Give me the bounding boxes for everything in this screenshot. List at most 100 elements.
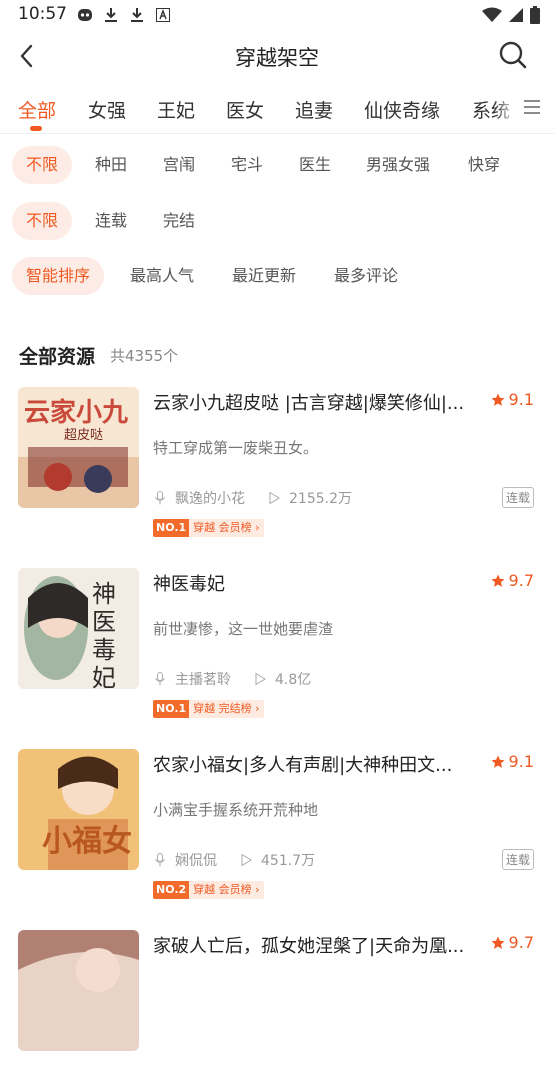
microphone-icon bbox=[155, 672, 165, 686]
page-title: 穿越架空 bbox=[235, 46, 319, 70]
microphone-icon bbox=[155, 853, 165, 867]
sort-popular[interactable]: 最高人气 bbox=[130, 257, 194, 295]
play-count-icon bbox=[241, 853, 252, 867]
book-description: 特工穿成第一废柴丑女。 bbox=[153, 439, 319, 457]
filter-genre-palace[interactable]: 宫闱 bbox=[163, 146, 195, 184]
tab-strong-female[interactable]: 女强 bbox=[88, 96, 126, 123]
menu-icon[interactable] bbox=[522, 98, 542, 116]
rank-badge[interactable]: NO.1 穿越 会员榜 › bbox=[153, 519, 264, 537]
book-rating: 9.1 bbox=[491, 390, 534, 409]
filter-genre-strong-pair[interactable]: 男强女强 bbox=[366, 146, 430, 184]
rating-value: 9.1 bbox=[508, 752, 534, 771]
book-cover[interactable]: 神 医 毒 妃 bbox=[18, 568, 139, 689]
sort-comments[interactable]: 最多评论 bbox=[334, 257, 398, 295]
play-count: 2155.2万 bbox=[289, 491, 352, 507]
wifi-icon bbox=[482, 7, 502, 27]
cover-title-2: 医 bbox=[92, 608, 116, 636]
app-header: 穿越架空 bbox=[0, 30, 554, 82]
book-item[interactable]: 云家小九 超皮哒 云家小九超皮哒 |古言穿越|爆笑修仙|... 9.1 特工穿成… bbox=[0, 387, 554, 547]
rank-list: 穿越 完结榜 › bbox=[189, 700, 264, 718]
book-meta: 主播茗聆 4.8亿 bbox=[153, 669, 311, 689]
book-title[interactable]: 家破人亡后，孤女她涅槃了|天命为凰... bbox=[153, 932, 483, 958]
filter-row-genre: 不限 种田 宫闱 宅斗 医生 男强女强 快穿 bbox=[0, 146, 554, 186]
filter-genre-quick-travel[interactable]: 快穿 bbox=[468, 146, 500, 184]
rank-list: 穿越 会员榜 › bbox=[189, 881, 264, 899]
book-description: 前世凄惨，这一世她要虐渣 bbox=[153, 620, 334, 638]
filter-row-sort: 智能排序 最高人气 最近更新 最多评论 bbox=[0, 257, 554, 297]
filter-genre-doctor[interactable]: 医生 bbox=[299, 146, 331, 184]
filter-genre-unlimited[interactable]: 不限 bbox=[12, 146, 73, 184]
tab-doctor-girl[interactable]: 医女 bbox=[226, 96, 264, 123]
tab-xianxia[interactable]: 仙侠奇缘 bbox=[364, 96, 440, 123]
star-icon bbox=[491, 936, 505, 949]
search-icon[interactable] bbox=[498, 40, 528, 70]
filter-genre-house-fight[interactable]: 宅斗 bbox=[231, 146, 263, 184]
book-rating: 9.7 bbox=[491, 933, 534, 952]
cover-title: 云家小九 bbox=[24, 397, 128, 428]
book-cover[interactable]: 小福女 bbox=[18, 749, 139, 870]
book-item[interactable]: 家破人亡后，孤女她涅槃了|天命为凰... 9.7 bbox=[0, 930, 554, 1090]
signal-icon bbox=[508, 7, 524, 27]
play-count-icon bbox=[255, 672, 266, 686]
tab-all[interactable]: 全部 bbox=[18, 96, 56, 123]
sort-smart[interactable]: 智能排序 bbox=[12, 257, 105, 295]
tab-chase-wife[interactable]: 追妻 bbox=[295, 96, 333, 123]
filter-genre-farming[interactable]: 种田 bbox=[95, 146, 127, 184]
font-icon bbox=[154, 6, 172, 24]
cover-title-1: 神 bbox=[92, 580, 116, 608]
book-rating: 9.7 bbox=[491, 571, 534, 590]
filter-status-serial[interactable]: 连载 bbox=[95, 202, 127, 240]
status-badge: 连载 bbox=[501, 849, 534, 870]
book-title[interactable]: 云家小九超皮哒 |古言穿越|爆笑修仙|... bbox=[153, 389, 483, 415]
play-count: 4.8亿 bbox=[275, 672, 312, 688]
status-time: 10:57 bbox=[18, 4, 67, 24]
category-tabs: 全部 女强 王妃 医女 追妻 仙侠奇缘 系统 bbox=[0, 82, 554, 134]
cover-title: 小福女 bbox=[42, 824, 132, 859]
book-item[interactable]: 小福女 农家小福女|多人有声剧|大神种田文... 9.1 小满宝手握系统开荒种地… bbox=[0, 749, 554, 909]
rank-number: NO.1 bbox=[153, 700, 190, 718]
cover-title-4: 妃 bbox=[92, 664, 116, 689]
star-icon bbox=[491, 574, 505, 587]
sort-recent[interactable]: 最近更新 bbox=[232, 257, 296, 295]
rating-value: 9.7 bbox=[508, 571, 534, 590]
star-icon bbox=[491, 393, 505, 406]
book-title[interactable]: 神医毒妃 bbox=[153, 570, 483, 596]
download-icon bbox=[102, 6, 120, 24]
rank-number: NO.1 bbox=[153, 519, 190, 537]
book-meta: 飘逸的小花 2155.2万 bbox=[153, 488, 352, 508]
anchor-name: 娴侃侃 bbox=[175, 853, 217, 869]
app-notification-icon bbox=[76, 6, 94, 24]
book-rating: 9.1 bbox=[491, 752, 534, 771]
rank-badge[interactable]: NO.1 穿越 完结榜 › bbox=[153, 700, 264, 718]
filter-row-status: 不限 连载 完结 bbox=[0, 202, 554, 242]
active-tab-indicator bbox=[30, 126, 42, 131]
star-icon bbox=[491, 755, 505, 768]
book-meta: 娴侃侃 451.7万 bbox=[153, 850, 315, 870]
rating-value: 9.7 bbox=[508, 933, 534, 952]
status-bar: 10:57 bbox=[0, 0, 554, 30]
play-count-icon bbox=[269, 491, 280, 505]
rating-value: 9.1 bbox=[508, 390, 534, 409]
book-title[interactable]: 农家小福女|多人有声剧|大神种田文... bbox=[153, 751, 483, 777]
cover-title-3: 毒 bbox=[92, 636, 116, 664]
anchor-name: 主播茗聆 bbox=[175, 672, 231, 688]
status-badge: 连载 bbox=[501, 487, 534, 508]
download-icon bbox=[128, 6, 146, 24]
battery-icon bbox=[530, 6, 540, 28]
section-count: 共4355个 bbox=[110, 347, 179, 365]
section-title: 全部资源 bbox=[19, 346, 96, 368]
filter-status-unlimited[interactable]: 不限 bbox=[12, 202, 73, 240]
rank-badge[interactable]: NO.2 穿越 会员榜 › bbox=[153, 881, 264, 899]
microphone-icon bbox=[155, 491, 165, 505]
book-item[interactable]: 神 医 毒 妃 神医毒妃 9.7 前世凄惨，这一世她要虐渣 主播茗聆 4.8亿 … bbox=[0, 568, 554, 728]
book-description: 小满宝手握系统开荒种地 bbox=[153, 801, 319, 819]
tab-princess[interactable]: 王妃 bbox=[157, 96, 195, 123]
book-cover[interactable]: 云家小九 超皮哒 bbox=[18, 387, 139, 508]
play-count: 451.7万 bbox=[261, 853, 316, 869]
cover-subtitle: 超皮哒 bbox=[64, 427, 103, 443]
book-cover[interactable] bbox=[18, 930, 139, 1051]
filter-status-finished[interactable]: 完结 bbox=[163, 202, 195, 240]
anchor-name: 飘逸的小花 bbox=[175, 491, 245, 507]
rank-number: NO.2 bbox=[153, 881, 190, 899]
rank-list: 穿越 会员榜 › bbox=[189, 519, 264, 537]
